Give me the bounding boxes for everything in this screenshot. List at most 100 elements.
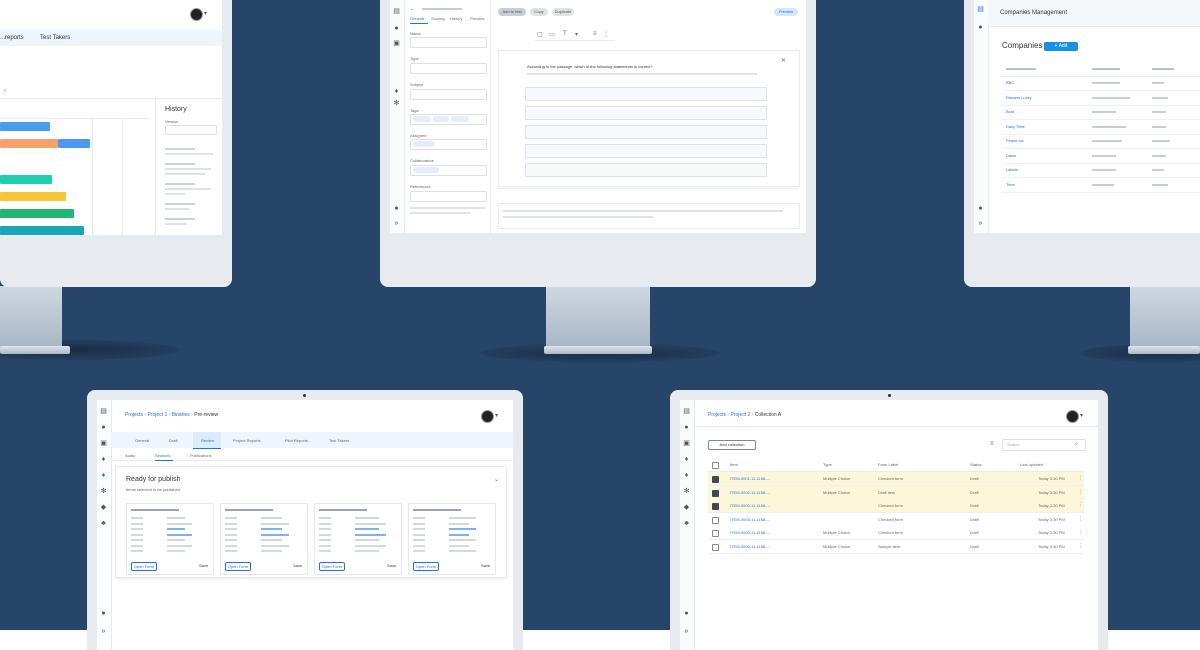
item-link[interactable]: ITEM-0001-11-1158-... [730,476,770,481]
gantt-bar[interactable] [0,192,66,201]
company-name[interactable]: Dawn [1006,153,1016,158]
company-name[interactable]: Reuters Lucky [1006,95,1032,100]
breadcrumb-project[interactable]: Project 2 [731,412,751,418]
answer-option[interactable] [525,106,767,120]
subtab-sections[interactable]: Sections [155,453,170,458]
more-icon[interactable]: ⋮ [1078,529,1083,535]
user-icon[interactable]: ● [977,24,984,31]
user-icon[interactable]: ● [100,424,107,431]
avatar[interactable] [190,8,203,21]
add-collection-button[interactable]: Add collection [708,440,756,450]
filter-icon[interactable]: ≡ [990,441,994,447]
breadcrumb-projects[interactable]: Projects [125,412,143,418]
user-icon[interactable]: ● [683,424,690,431]
more-icon[interactable]: ⋮ [1078,502,1083,508]
gear-icon[interactable]: ✻ [393,100,400,107]
column-header[interactable]: Form Label [878,462,898,467]
answer-option[interactable] [525,87,767,101]
item-link[interactable]: ITEM-0005-11-1158-... [730,530,770,535]
row-checkbox[interactable] [712,489,719,497]
text-icon[interactable]: T [563,31,567,37]
preview-button[interactable]: Preview [774,8,798,16]
row-checkbox[interactable] [712,530,719,537]
gantt-bar[interactable] [0,209,74,218]
doc-icon[interactable]: ▤ [977,6,984,13]
assignee-chip[interactable] [413,141,435,147]
pin-icon[interactable]: ♦ [683,472,690,479]
chevron-down-icon[interactable]: ▾ [495,412,498,419]
link[interactable]: › [4,88,6,94]
subtab-publications[interactable]: Publications [190,453,212,458]
select-all-checkbox[interactable] [712,462,719,469]
image-icon[interactable]: ▾ [575,31,578,38]
table-row[interactable]: Dawn [1002,149,1200,164]
form-card[interactable]: Open Form Save [220,503,308,575]
save-link[interactable]: Save [293,563,302,568]
type-select[interactable] [410,63,487,74]
item-link[interactable]: ITEM-0003-11-1158-... [730,503,770,508]
bulb-icon[interactable]: ♦ [683,456,690,463]
table-row[interactable]: ITEM-0003-11-1158-... Checked form Draft To… [708,499,1084,513]
more-icon[interactable]: ⋮ [1078,516,1083,522]
form-card[interactable]: Open Form Save [314,503,402,575]
row-checkbox[interactable] [712,543,719,551]
company-name[interactable]: Peace Inc [1006,138,1024,143]
tab-preview[interactable]: Preview [470,16,484,21]
tab-review[interactable]: Review [201,438,214,443]
people-icon[interactable]: ♣ [100,520,107,527]
add-company-button[interactable]: + Add company [1044,42,1078,58]
open-form-button[interactable]: Open Form [131,562,157,571]
chart-icon[interactable]: ▤ [683,408,690,415]
expand-icon[interactable]: » [393,220,400,227]
gantt-bar[interactable] [0,226,84,235]
gantt-bar[interactable] [0,175,52,184]
tab-draft[interactable]: Draft [169,438,178,443]
table-row[interactable]: Bold [1002,105,1200,120]
bold-icon[interactable]: ▢ [537,31,543,38]
open-form-button[interactable]: Open Form [413,562,439,571]
tab-general[interactable]: General [135,438,149,443]
save-link[interactable]: Save [199,563,208,568]
question-text[interactable]: According to the passage, which of the f… [527,64,653,69]
tab-pilot-reports[interactable]: Pilot Reports [285,438,308,443]
subtab-audio[interactable]: Audio [125,453,135,458]
table-row[interactable]: ITEM-0005-11-1158-... Multiple Choice Chec… [708,526,1084,540]
avatar[interactable] [481,410,494,423]
references-input[interactable] [410,191,487,202]
company-name[interactable]: Time [1006,182,1015,187]
tab-general[interactable]: General [410,16,424,21]
avatar[interactable] [1066,410,1079,423]
table-row[interactable]: Labels [1002,163,1200,178]
chevron-down-icon[interactable]: ▾ [1080,412,1083,419]
bulb-icon[interactable]: ♦ [100,456,107,463]
more-icon[interactable]: ⋮ [1078,543,1083,549]
table-row[interactable]: Time [1002,178,1200,193]
item-link[interactable]: ITEM-0006-11-1158-... [730,544,770,549]
answer-option[interactable] [525,144,767,158]
column-header[interactable]: Item [730,462,738,467]
tag-chip[interactable] [433,116,449,122]
doc-icon[interactable]: ▣ [683,440,690,447]
column-header[interactable]: Last updated [1020,462,1043,467]
answer-option[interactable] [525,163,767,177]
copy-button[interactable]: Copy [530,8,548,16]
company-name[interactable]: Labels [1006,167,1018,172]
subject-select[interactable] [410,89,487,100]
gantt-bar[interactable] [0,122,50,131]
search-icon[interactable]: ⌕ [1075,441,1078,447]
table-icon[interactable]: ▭ [549,31,555,38]
chart-icon[interactable]: ▤ [393,8,400,15]
doc-icon[interactable]: ▣ [393,40,400,47]
tab-scoring[interactable]: Scoring [431,16,445,21]
back-arrow-icon[interactable]: ← [410,6,416,12]
table-row[interactable]: BBC [1002,76,1200,91]
version-select[interactable] [165,125,217,135]
row-checkbox[interactable] [712,476,719,483]
chat-icon[interactable]: ◆ [100,504,107,511]
table-row[interactable]: ITEM-0006-11-1158-... Multiple Choice Samp… [708,539,1084,554]
tag-chip[interactable] [413,116,431,122]
tab-test-takers[interactable]: Test Takers [329,438,349,443]
open-form-button[interactable]: Open Form [225,562,251,571]
item-link[interactable]: ITEM-0004-11-1158-... [730,517,770,522]
save-link[interactable]: Save [387,563,396,568]
